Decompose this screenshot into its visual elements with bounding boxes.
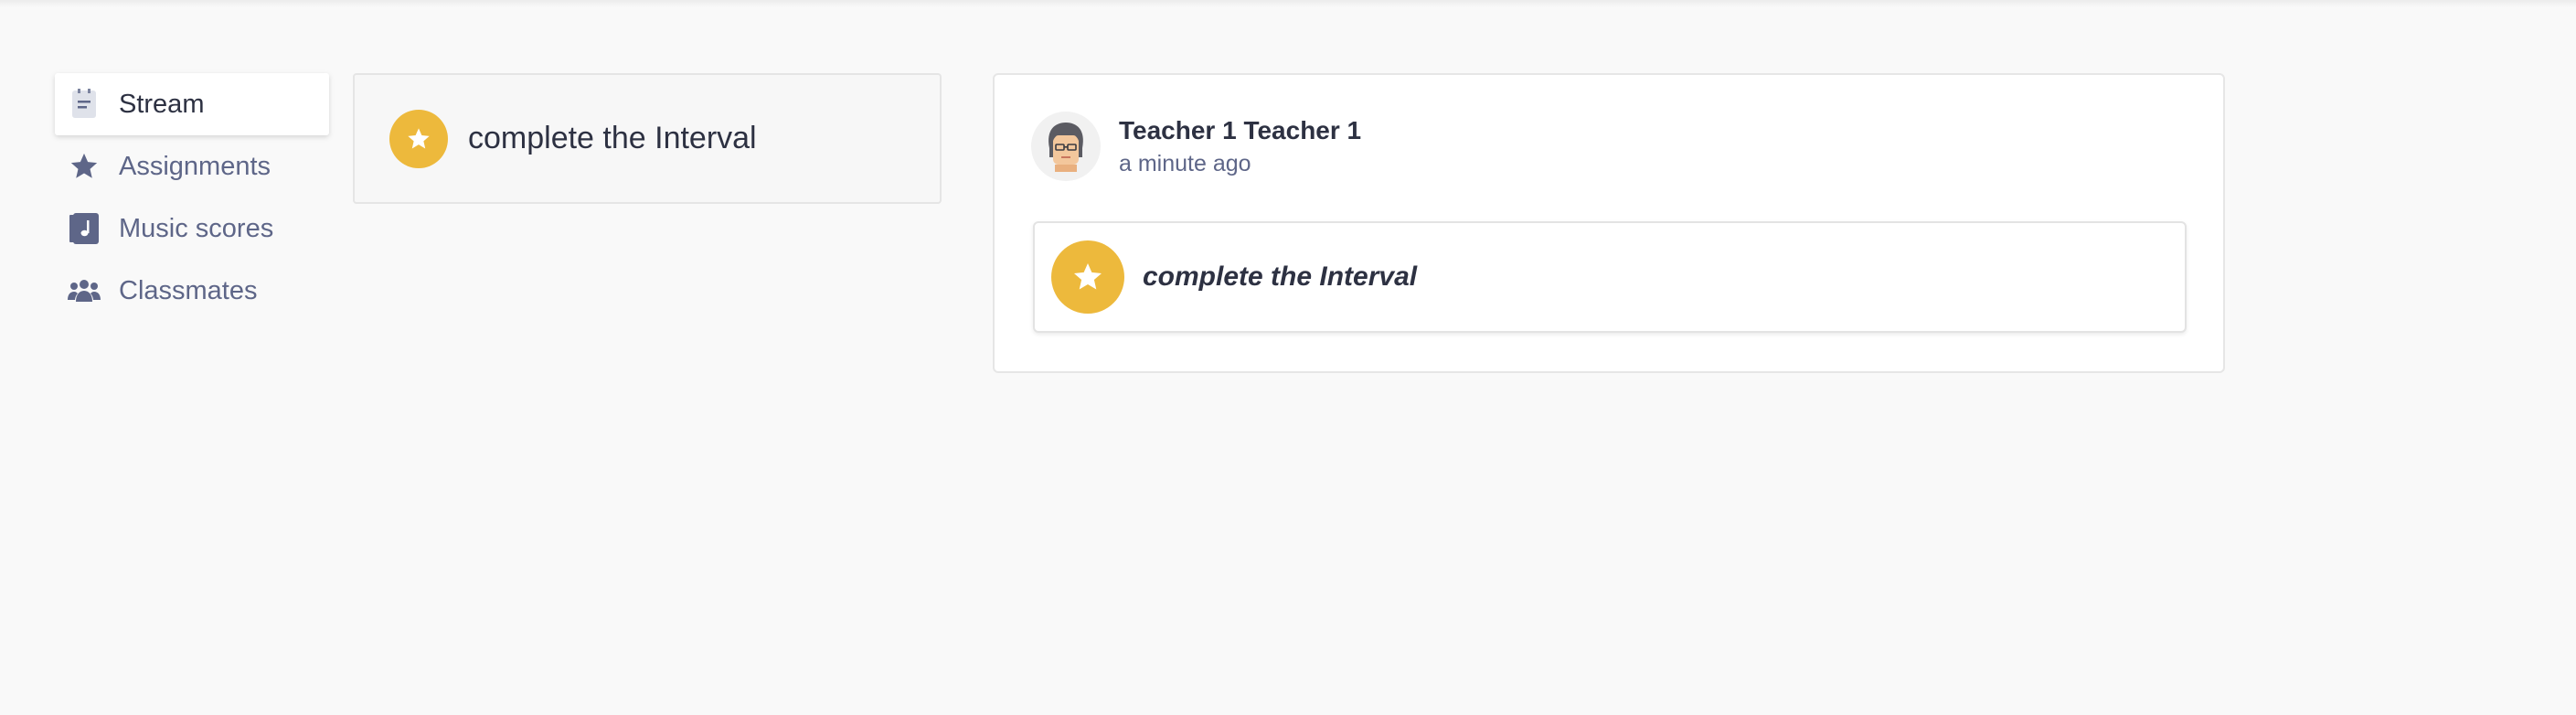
post-meta: Teacher 1 Teacher 1 a minute ago xyxy=(1119,116,1361,177)
post-timestamp: a minute ago xyxy=(1119,150,1251,176)
assignment-title: complete the Interval xyxy=(468,121,757,155)
sidebar-item-classmates[interactable]: Classmates xyxy=(55,260,329,322)
post-author[interactable]: Teacher 1 Teacher 1 xyxy=(1119,116,1361,145)
people-icon xyxy=(68,274,101,307)
top-bar-shadow xyxy=(0,0,2576,7)
teacher-avatar[interactable] xyxy=(1031,112,1101,181)
sidebar-item-stream[interactable]: Stream xyxy=(55,73,329,135)
sidebar-item-assignments[interactable]: Assignments xyxy=(55,135,329,197)
sidebar-item-label: Stream xyxy=(119,89,205,119)
assignment-attachment[interactable]: complete the Interval xyxy=(1033,221,2187,333)
post-header: Teacher 1 Teacher 1 a minute ago xyxy=(1031,112,1361,181)
sidebar-nav: Stream Assignments Music scores Classmat… xyxy=(55,73,329,322)
music-score-icon xyxy=(68,212,101,245)
star-icon xyxy=(389,109,448,168)
star-icon xyxy=(1051,240,1124,314)
sidebar-item-label: Music scores xyxy=(119,213,274,243)
stream-post: Teacher 1 Teacher 1 a minute ago complet… xyxy=(993,73,2225,373)
attachment-title: complete the Interval xyxy=(1143,261,1418,292)
stream-icon xyxy=(68,88,101,121)
sidebar-item-label: Assignments xyxy=(119,151,271,181)
star-icon xyxy=(68,150,101,183)
sidebar-item-label: Classmates xyxy=(119,275,258,305)
sidebar-item-music-scores[interactable]: Music scores xyxy=(55,197,329,260)
assignment-card[interactable]: complete the Interval xyxy=(353,73,942,204)
